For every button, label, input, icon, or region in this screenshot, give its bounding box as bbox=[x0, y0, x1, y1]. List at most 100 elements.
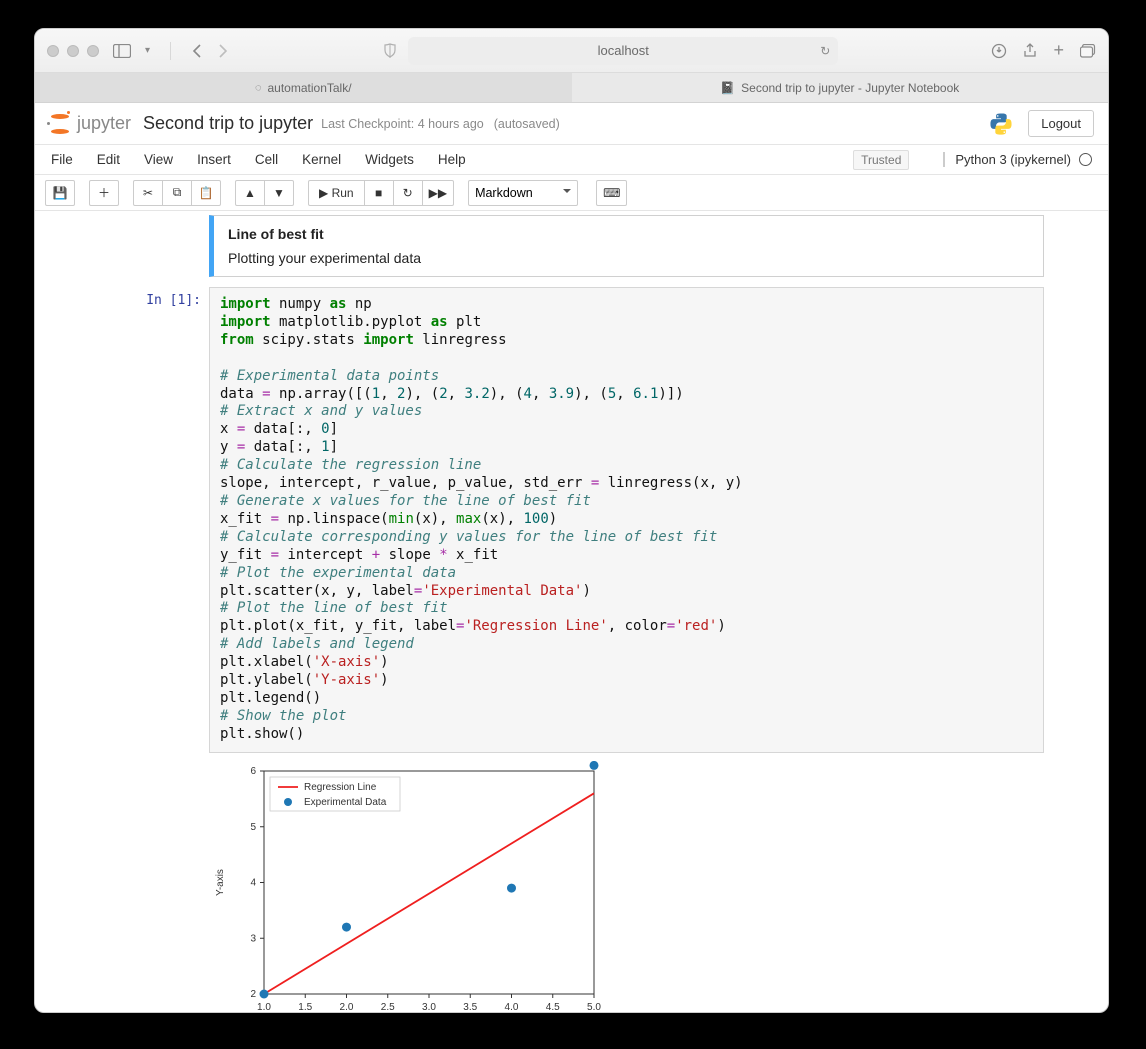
back-icon[interactable] bbox=[191, 44, 203, 58]
shield-icon[interactable] bbox=[382, 37, 398, 65]
restart-run-all-button[interactable]: ▶▶ bbox=[422, 180, 454, 206]
address-text: localhost bbox=[598, 43, 649, 58]
menu-widgets[interactable]: Widgets bbox=[365, 152, 414, 167]
menu-kernel[interactable]: Kernel bbox=[302, 152, 341, 167]
paste-button[interactable]: 📋 bbox=[191, 180, 221, 206]
play-icon: ▶ bbox=[319, 186, 328, 200]
svg-text:5: 5 bbox=[250, 821, 256, 832]
plus-icon: ＋ bbox=[98, 184, 110, 201]
tab-label: automationTalk/ bbox=[268, 81, 352, 95]
move-down-button[interactable]: ▼ bbox=[264, 180, 294, 206]
add-cell-button[interactable]: ＋ bbox=[89, 180, 119, 206]
arrow-up-icon: ▲ bbox=[244, 186, 256, 200]
cut-button[interactable]: ✂ bbox=[133, 180, 163, 206]
cell-type-select[interactable]: Markdown bbox=[468, 180, 578, 206]
forward-icon[interactable] bbox=[217, 44, 229, 58]
kernel-label: Python 3 (ipykernel) bbox=[955, 152, 1071, 167]
svg-text:5.0: 5.0 bbox=[587, 1002, 601, 1012]
browser-tab-0[interactable]: ◌ automationTalk/ bbox=[35, 73, 572, 102]
jupyter-logo-icon bbox=[49, 113, 71, 135]
save-button[interactable]: 💾 bbox=[45, 180, 75, 206]
menu-help[interactable]: Help bbox=[438, 152, 466, 167]
jupyter-header: jupyter Second trip to jupyter Last Chec… bbox=[35, 103, 1108, 145]
new-tab-icon[interactable]: + bbox=[1053, 40, 1064, 61]
cell-output: 1.01.52.02.53.03.54.04.55.023456X-axisY-… bbox=[209, 761, 1044, 1012]
menubar: File Edit View Insert Cell Kernel Widget… bbox=[35, 145, 1108, 175]
zoom-window-icon[interactable] bbox=[87, 45, 99, 57]
titlebar: ▾ localhost ↻ + bbox=[35, 29, 1108, 73]
address-bar[interactable]: localhost ↻ bbox=[408, 37, 838, 65]
svg-text:4: 4 bbox=[250, 877, 256, 888]
fast-forward-icon: ▶▶ bbox=[429, 186, 447, 200]
notebook-title[interactable]: Second trip to jupyter bbox=[143, 113, 313, 134]
logo-text: jupyter bbox=[77, 113, 131, 134]
address-bar-container: localhost ↻ bbox=[229, 37, 991, 65]
code-cell-prompt: In [1]: bbox=[99, 287, 209, 1012]
menu-edit[interactable]: Edit bbox=[97, 152, 120, 167]
stop-icon: ■ bbox=[375, 186, 382, 200]
svg-text:2.5: 2.5 bbox=[381, 1002, 395, 1012]
tabs-overview-icon[interactable] bbox=[1080, 44, 1096, 58]
md-heading: Line of best fit bbox=[228, 226, 1029, 242]
titlebar-right-icons: + bbox=[991, 40, 1096, 61]
code-editor[interactable]: import numpy as np import matplotlib.pyp… bbox=[209, 287, 1044, 753]
svg-text:2.0: 2.0 bbox=[340, 1002, 354, 1012]
markdown-cell[interactable]: Line of best fit Plotting your experimen… bbox=[99, 215, 1044, 277]
restart-button[interactable]: ↻ bbox=[393, 180, 423, 206]
interrupt-button[interactable]: ■ bbox=[364, 180, 394, 206]
copy-icon: ⧉ bbox=[173, 185, 182, 200]
browser-tab-1[interactable]: 📓 Second trip to jupyter - Jupyter Noteb… bbox=[572, 73, 1109, 102]
svg-text:2: 2 bbox=[250, 989, 256, 1000]
browser-tabs: ◌ automationTalk/ 📓 Second trip to jupyt… bbox=[35, 73, 1108, 103]
titlebar-left-icons: ▾ bbox=[113, 42, 229, 60]
code-cell[interactable]: In [1]: import numpy as np import matplo… bbox=[99, 287, 1044, 1012]
autosave-text: (autosaved) bbox=[494, 117, 560, 131]
logout-button[interactable]: Logout bbox=[1028, 110, 1094, 137]
sidebar-icon[interactable] bbox=[113, 44, 131, 58]
svg-text:3.5: 3.5 bbox=[463, 1002, 477, 1012]
menu-insert[interactable]: Insert bbox=[197, 152, 231, 167]
reload-icon[interactable]: ↻ bbox=[820, 44, 830, 58]
markdown-cell-body[interactable]: Line of best fit Plotting your experimen… bbox=[209, 215, 1044, 277]
svg-text:6: 6 bbox=[250, 766, 256, 777]
svg-text:4.5: 4.5 bbox=[546, 1002, 560, 1012]
kernel-indicator-icon bbox=[1079, 153, 1092, 166]
python-icon bbox=[988, 111, 1014, 137]
svg-text:1.0: 1.0 bbox=[257, 1002, 271, 1012]
tab-label: Second trip to jupyter - Jupyter Noteboo… bbox=[741, 81, 959, 95]
share-icon[interactable] bbox=[1023, 43, 1037, 59]
svg-text:3: 3 bbox=[250, 933, 256, 944]
svg-text:Experimental Data: Experimental Data bbox=[304, 797, 387, 808]
jupyter-logo[interactable]: jupyter bbox=[49, 113, 131, 135]
move-up-button[interactable]: ▲ bbox=[235, 180, 265, 206]
svg-text:3.0: 3.0 bbox=[422, 1002, 436, 1012]
checkpoint-text: Last Checkpoint: 4 hours ago bbox=[321, 117, 484, 131]
command-palette-button[interactable]: ⌨ bbox=[596, 180, 627, 206]
toolbar: 💾 ＋ ✂ ⧉ 📋 ▲ ▼ ▶ Run ■ ↻ ▶▶ Markdown ⌨ bbox=[35, 175, 1108, 211]
svg-text:4.0: 4.0 bbox=[505, 1002, 519, 1012]
browser-window: ▾ localhost ↻ + ◌ automationTalk/ 📓 Seco bbox=[34, 28, 1109, 1013]
menu-view[interactable]: View bbox=[144, 152, 173, 167]
separator bbox=[170, 42, 171, 60]
minimize-window-icon[interactable] bbox=[67, 45, 79, 57]
svg-text:Y-axis: Y-axis bbox=[215, 869, 226, 896]
cell-type-value: Markdown bbox=[475, 186, 533, 200]
arrow-down-icon: ▼ bbox=[273, 186, 285, 200]
downloads-icon[interactable] bbox=[991, 43, 1007, 59]
output-chart: 1.01.52.02.53.03.54.04.55.023456X-axisY-… bbox=[209, 761, 604, 1012]
menu-cell[interactable]: Cell bbox=[255, 152, 278, 167]
restart-icon: ↻ bbox=[403, 186, 413, 200]
chevron-down-icon[interactable]: ▾ bbox=[145, 45, 150, 56]
svg-text:Regression Line: Regression Line bbox=[304, 782, 377, 793]
kernel-name[interactable]: Python 3 (ipykernel) bbox=[943, 152, 1092, 167]
cut-icon: ✂ bbox=[143, 186, 153, 200]
window-controls bbox=[47, 45, 99, 57]
menu-file[interactable]: File bbox=[51, 152, 73, 167]
close-window-icon[interactable] bbox=[47, 45, 59, 57]
run-button[interactable]: ▶ Run bbox=[308, 180, 365, 206]
keyboard-icon: ⌨ bbox=[603, 186, 620, 200]
save-icon: 💾 bbox=[53, 186, 68, 200]
notebook-area[interactable]: Line of best fit Plotting your experimen… bbox=[35, 211, 1108, 1012]
trusted-badge[interactable]: Trusted bbox=[853, 150, 909, 170]
copy-button[interactable]: ⧉ bbox=[162, 180, 192, 206]
